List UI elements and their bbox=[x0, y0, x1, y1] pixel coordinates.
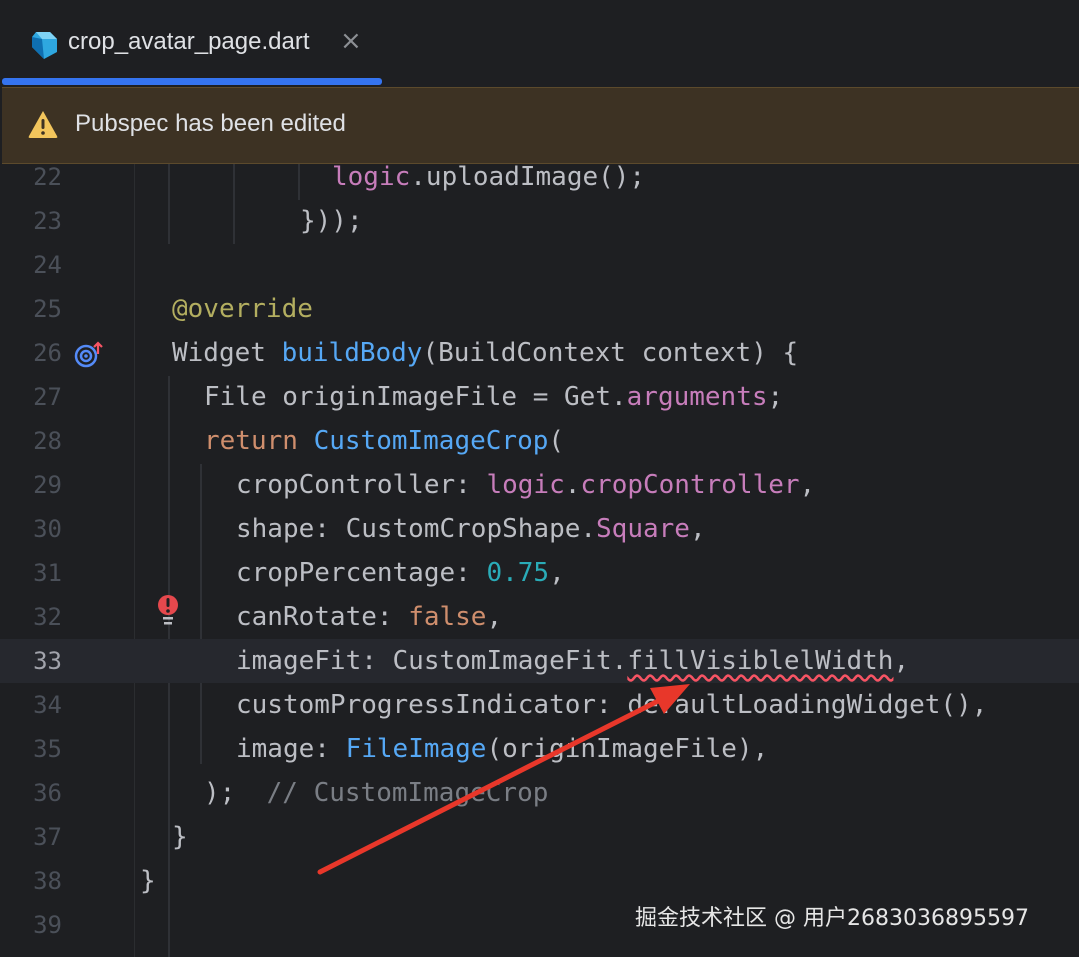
code-text: Widget buildBody(BuildContext context) { bbox=[172, 331, 798, 375]
code-line: 26 Widget buildBody(BuildContext context… bbox=[0, 331, 1079, 375]
code-text: } bbox=[140, 866, 156, 896]
code-token: shape: CustomCropShape. bbox=[236, 514, 597, 544]
code-line: 29 cropController: logic.cropController, bbox=[0, 463, 1079, 507]
code-token: , bbox=[893, 646, 910, 676]
code-token: cropController: bbox=[236, 470, 487, 500]
line-number: 36 bbox=[33, 779, 62, 807]
code-token: buildBody bbox=[281, 338, 423, 368]
code-token: FileImage bbox=[345, 734, 487, 764]
line-number: 27 bbox=[33, 383, 62, 411]
code-text: })); bbox=[300, 206, 363, 236]
code-token: , bbox=[799, 470, 816, 500]
error-token[interactable]: fillVisiblelWidth bbox=[627, 646, 893, 676]
code-line: 27 File originImageFile = Get.arguments; bbox=[0, 375, 1079, 419]
line-number: 28 bbox=[33, 427, 62, 455]
watermark: 掘金技术社区 @ 用户2683036895597 bbox=[635, 906, 1029, 931]
line-number: 34 bbox=[33, 691, 62, 719]
close-icon[interactable]: × bbox=[340, 26, 362, 56]
code-line: 24 bbox=[0, 243, 1079, 287]
editor-tab-bar: crop_avatar_page.dart × bbox=[0, 0, 1079, 88]
code-token: Square bbox=[596, 514, 690, 544]
line-number: 35 bbox=[33, 735, 62, 763]
code-line: 28 return CustomImageCrop( bbox=[0, 419, 1079, 463]
code-text: cropController: logic.cropController, bbox=[236, 463, 815, 507]
warning-icon bbox=[28, 111, 58, 138]
code-text: canRotate: false, bbox=[236, 595, 502, 639]
code-text: logic.uploadImage(); bbox=[332, 164, 645, 199]
line-number: 31 bbox=[33, 559, 62, 587]
code-editor[interactable]: 22 logic.uploadImage(); 23 })); 24 25 @o… bbox=[0, 164, 1079, 957]
line-number: 29 bbox=[33, 471, 62, 499]
code-token: 0.75 bbox=[486, 558, 550, 588]
code-token: false bbox=[408, 602, 487, 632]
line-number: 32 bbox=[33, 603, 62, 631]
code-text: image: FileImage(originImageFile), bbox=[236, 727, 768, 771]
code-token: . bbox=[564, 470, 581, 500]
code-token: arguments bbox=[626, 382, 768, 412]
code-line: 37 } bbox=[0, 815, 1079, 859]
code-line: 35 image: FileImage(originImageFile), bbox=[0, 727, 1079, 771]
code-token: (BuildContext context) { bbox=[422, 338, 799, 368]
tab-title: crop_avatar_page.dart bbox=[68, 28, 310, 55]
code-token: , bbox=[549, 558, 565, 588]
line-number: 25 bbox=[33, 295, 62, 323]
code-token: CustomImageCrop bbox=[313, 426, 549, 456]
code-token: canRotate: bbox=[236, 602, 409, 632]
code-token: .uploadImage(); bbox=[410, 164, 646, 192]
code-line: 31 cropPercentage: 0.75, bbox=[0, 551, 1079, 595]
line-number: 24 bbox=[33, 251, 62, 279]
code-token: File originImageFile = Get. bbox=[204, 382, 627, 412]
code-line: 34 customProgressIndicator: defaultLoadi… bbox=[0, 683, 1079, 727]
code-token: logic bbox=[486, 470, 565, 500]
code-line: 36 ); // CustomImageCrop bbox=[0, 771, 1079, 815]
code-line: 30 shape: CustomCropShape.Square, bbox=[0, 507, 1079, 551]
active-tab-indicator bbox=[2, 78, 382, 85]
code-token: return bbox=[204, 426, 314, 456]
line-number: 23 bbox=[33, 207, 62, 235]
code-text: File originImageFile = Get.arguments; bbox=[204, 375, 783, 419]
code-token: ; bbox=[767, 382, 784, 412]
code-line: 23 })); bbox=[0, 199, 1079, 243]
code-token: logic bbox=[332, 164, 411, 192]
tab-crop-avatar-page[interactable]: crop_avatar_page.dart × bbox=[2, 0, 382, 88]
code-text: } bbox=[172, 822, 188, 852]
code-text: customProgressIndicator: defaultLoadingW… bbox=[236, 690, 988, 720]
code-text: ); // CustomImageCrop bbox=[204, 771, 548, 815]
banner-message: Pubspec has been edited bbox=[75, 110, 346, 137]
line-number: 39 bbox=[33, 911, 62, 939]
code-text: cropPercentage: 0.75, bbox=[236, 551, 565, 595]
code-token: ); bbox=[204, 778, 267, 808]
code-token: Widget bbox=[172, 338, 282, 368]
code-token: image: bbox=[236, 734, 346, 764]
code-line-current: 33 imageFit: CustomImageFit.fillVisiblel… bbox=[0, 639, 1079, 683]
code-line: 38 } bbox=[0, 859, 1079, 903]
code-token: imageFit: CustomImageFit. bbox=[236, 646, 628, 676]
code-comment: // CustomImageCrop bbox=[266, 778, 549, 808]
code-text: shape: CustomCropShape.Square, bbox=[236, 507, 706, 551]
notification-banner: Pubspec has been edited bbox=[2, 87, 1079, 164]
error-bulb-icon[interactable] bbox=[156, 594, 180, 628]
code-token: cropController bbox=[580, 470, 800, 500]
code-token: , bbox=[486, 602, 503, 632]
line-number: 22 bbox=[33, 164, 62, 191]
line-number: 26 bbox=[33, 339, 62, 367]
code-token: ( bbox=[548, 426, 565, 456]
code-token: (originImageFile), bbox=[486, 734, 769, 764]
code-text: return CustomImageCrop( bbox=[204, 419, 564, 463]
override-icon[interactable] bbox=[74, 340, 104, 370]
code-text: imageFit: CustomImageFit.fillVisiblelWid… bbox=[236, 639, 909, 683]
dart-icon bbox=[32, 32, 57, 59]
line-number: 33 bbox=[33, 647, 62, 675]
line-number: 37 bbox=[33, 823, 62, 851]
code-token: , bbox=[689, 514, 706, 544]
code-text: @override bbox=[172, 294, 313, 324]
line-number: 38 bbox=[33, 867, 62, 895]
code-token: cropPercentage: bbox=[236, 558, 487, 588]
line-number: 30 bbox=[33, 515, 62, 543]
code-line: 22 logic.uploadImage(); bbox=[0, 164, 1079, 199]
code-line: 25 @override bbox=[0, 287, 1079, 331]
